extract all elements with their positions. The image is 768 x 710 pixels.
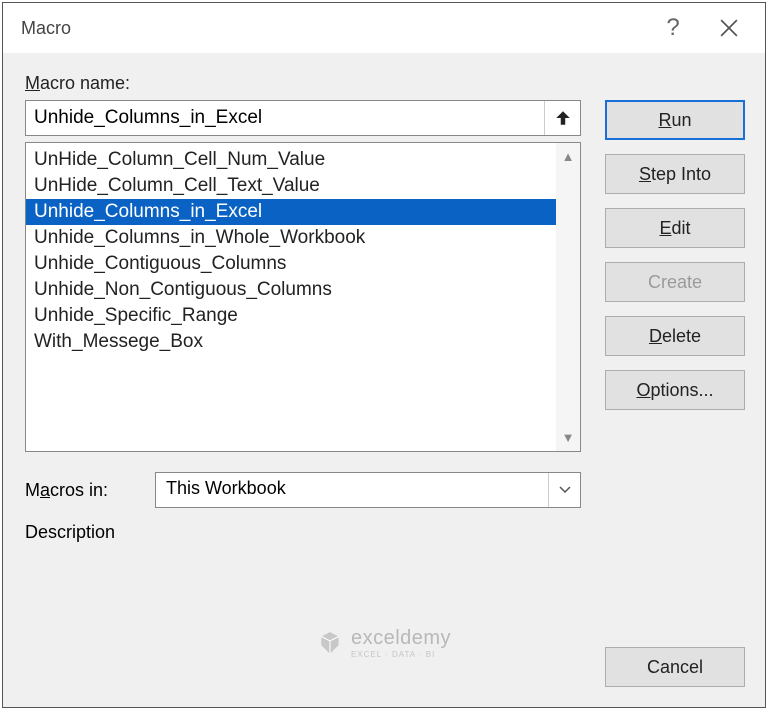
description-label: Description <box>25 522 581 543</box>
titlebar: Macro ? <box>3 3 765 53</box>
macro-name-field-wrap <box>25 100 581 136</box>
main-row: UnHide_Column_Cell_Num_ValueUnHide_Colum… <box>25 100 745 543</box>
list-item[interactable]: With_Messege_Box <box>26 329 556 355</box>
button-column: Run Step Into Edit Create Delete Options… <box>605 100 745 410</box>
step-into-button[interactable]: Step Into <box>605 154 745 194</box>
watermark-icon <box>317 630 343 656</box>
dialog-body: Macro name: UnHide_Column_Cell_Num_Value… <box>3 53 765 707</box>
list-item[interactable]: Unhide_Columns_in_Excel <box>26 199 556 225</box>
scroll-down-icon[interactable]: ▼ <box>562 430 575 445</box>
close-icon <box>720 19 738 37</box>
watermark: exceldemy EXCEL · DATA · BI <box>317 627 451 659</box>
list-item[interactable]: Unhide_Non_Contiguous_Columns <box>26 277 556 303</box>
cancel-button[interactable]: Cancel <box>605 647 745 687</box>
list-item[interactable]: Unhide_Columns_in_Whole_Workbook <box>26 225 556 251</box>
macro-listbox[interactable]: UnHide_Column_Cell_Num_ValueUnHide_Colum… <box>26 143 556 451</box>
left-column: UnHide_Column_Cell_Num_ValueUnHide_Colum… <box>25 100 581 543</box>
list-item[interactable]: Unhide_Contiguous_Columns <box>26 251 556 277</box>
macros-in-value: This Workbook <box>156 473 548 507</box>
macro-listbox-wrap: UnHide_Column_Cell_Num_ValueUnHide_Colum… <box>25 142 581 452</box>
list-item[interactable]: UnHide_Column_Cell_Num_Value <box>26 147 556 173</box>
macro-dialog: Macro ? Macro name: UnHide_Column_Cell_N… <box>2 2 766 708</box>
list-item[interactable]: UnHide_Column_Cell_Text_Value <box>26 173 556 199</box>
close-button[interactable] <box>701 3 757 53</box>
up-arrow-icon <box>554 109 572 127</box>
cancel-wrap: Cancel <box>605 647 745 687</box>
scroll-up-icon[interactable]: ▲ <box>562 149 575 164</box>
go-to-macro-button[interactable] <box>544 101 580 135</box>
help-button[interactable]: ? <box>645 3 701 53</box>
macros-in-select[interactable]: This Workbook <box>155 472 581 508</box>
list-item[interactable]: Unhide_Specific_Range <box>26 303 556 329</box>
run-button[interactable]: Run <box>605 100 745 140</box>
macro-name-input[interactable] <box>26 101 544 135</box>
chevron-down-icon <box>548 473 580 507</box>
watermark-subtext: EXCEL · DATA · BI <box>351 650 451 659</box>
options-button[interactable]: Options... <box>605 370 745 410</box>
listbox-scrollbar[interactable]: ▲ ▼ <box>556 143 580 451</box>
watermark-text: exceldemy <box>351 627 451 650</box>
delete-button[interactable]: Delete <box>605 316 745 356</box>
macro-name-label: Macro name: <box>25 73 745 94</box>
macros-in-row: Macros in: This Workbook <box>25 472 581 508</box>
macros-in-label: Macros in: <box>25 480 135 501</box>
edit-button[interactable]: Edit <box>605 208 745 248</box>
create-button: Create <box>605 262 745 302</box>
dialog-title: Macro <box>21 18 645 39</box>
